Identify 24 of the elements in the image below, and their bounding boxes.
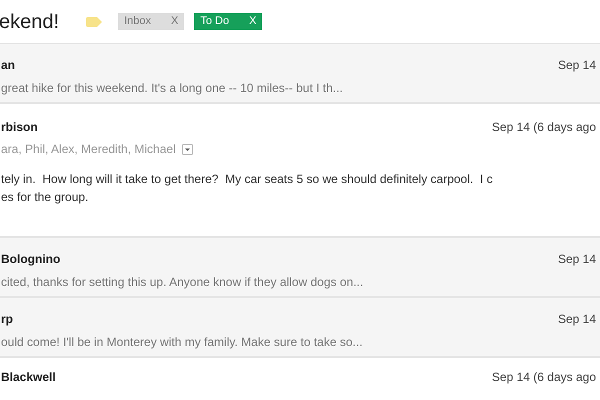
label-text: To Do — [200, 14, 230, 30]
message-date: Sep 14 — [558, 311, 596, 328]
sender-name: rp — [1, 311, 13, 328]
sender-name: an — [1, 57, 16, 74]
message-date: Sep 14 — [558, 57, 596, 74]
sender-name: Blackwell — [1, 369, 56, 386]
recipients-text: ara, Phil, Alex, Meredith, Michael — [1, 141, 176, 158]
subject-title: ekend! — [0, 10, 60, 34]
label-text: Inbox — [124, 14, 151, 30]
message-card[interactable]: Bolognino Sep 14 cited, thanks for setting this up. Anyone know if they allow dogs on... — [0, 238, 600, 298]
label-icon — [86, 16, 102, 26]
message-snippet: cited, thanks for setting this up. Anyone know if they allow dogs on... — [1, 274, 364, 291]
message-card[interactable]: an Sep 14 great hike for this weekend. It's a long one -- 10 miles-- but I th... — [0, 44, 600, 104]
sender-name: rbison — [1, 119, 38, 136]
sender-name: Bolognino — [1, 251, 60, 268]
body-text: tely in. How long will it take to get there? My car seats 5 so we should definitely carpool. I c — [1, 171, 494, 188]
message-date: Sep 14 — [558, 251, 596, 268]
message-snippet: great hike for this weekend. It's a long one -- 10 miles-- but I th... — [1, 80, 344, 97]
body-text: es for the group. — [1, 189, 90, 206]
message-snippet: ould come! I'll be in Monterey with my family. Make sure to take so... — [1, 334, 364, 351]
message-card[interactable]: rp Sep 14 ould come! I'll be in Monterey with my family. Make sure to take so... — [0, 298, 600, 358]
message-date: Sep 14 (6 days ago — [492, 369, 596, 386]
dropdown-icon[interactable] — [182, 144, 193, 154]
message-date: Sep 14 (6 days ago — [492, 119, 596, 136]
